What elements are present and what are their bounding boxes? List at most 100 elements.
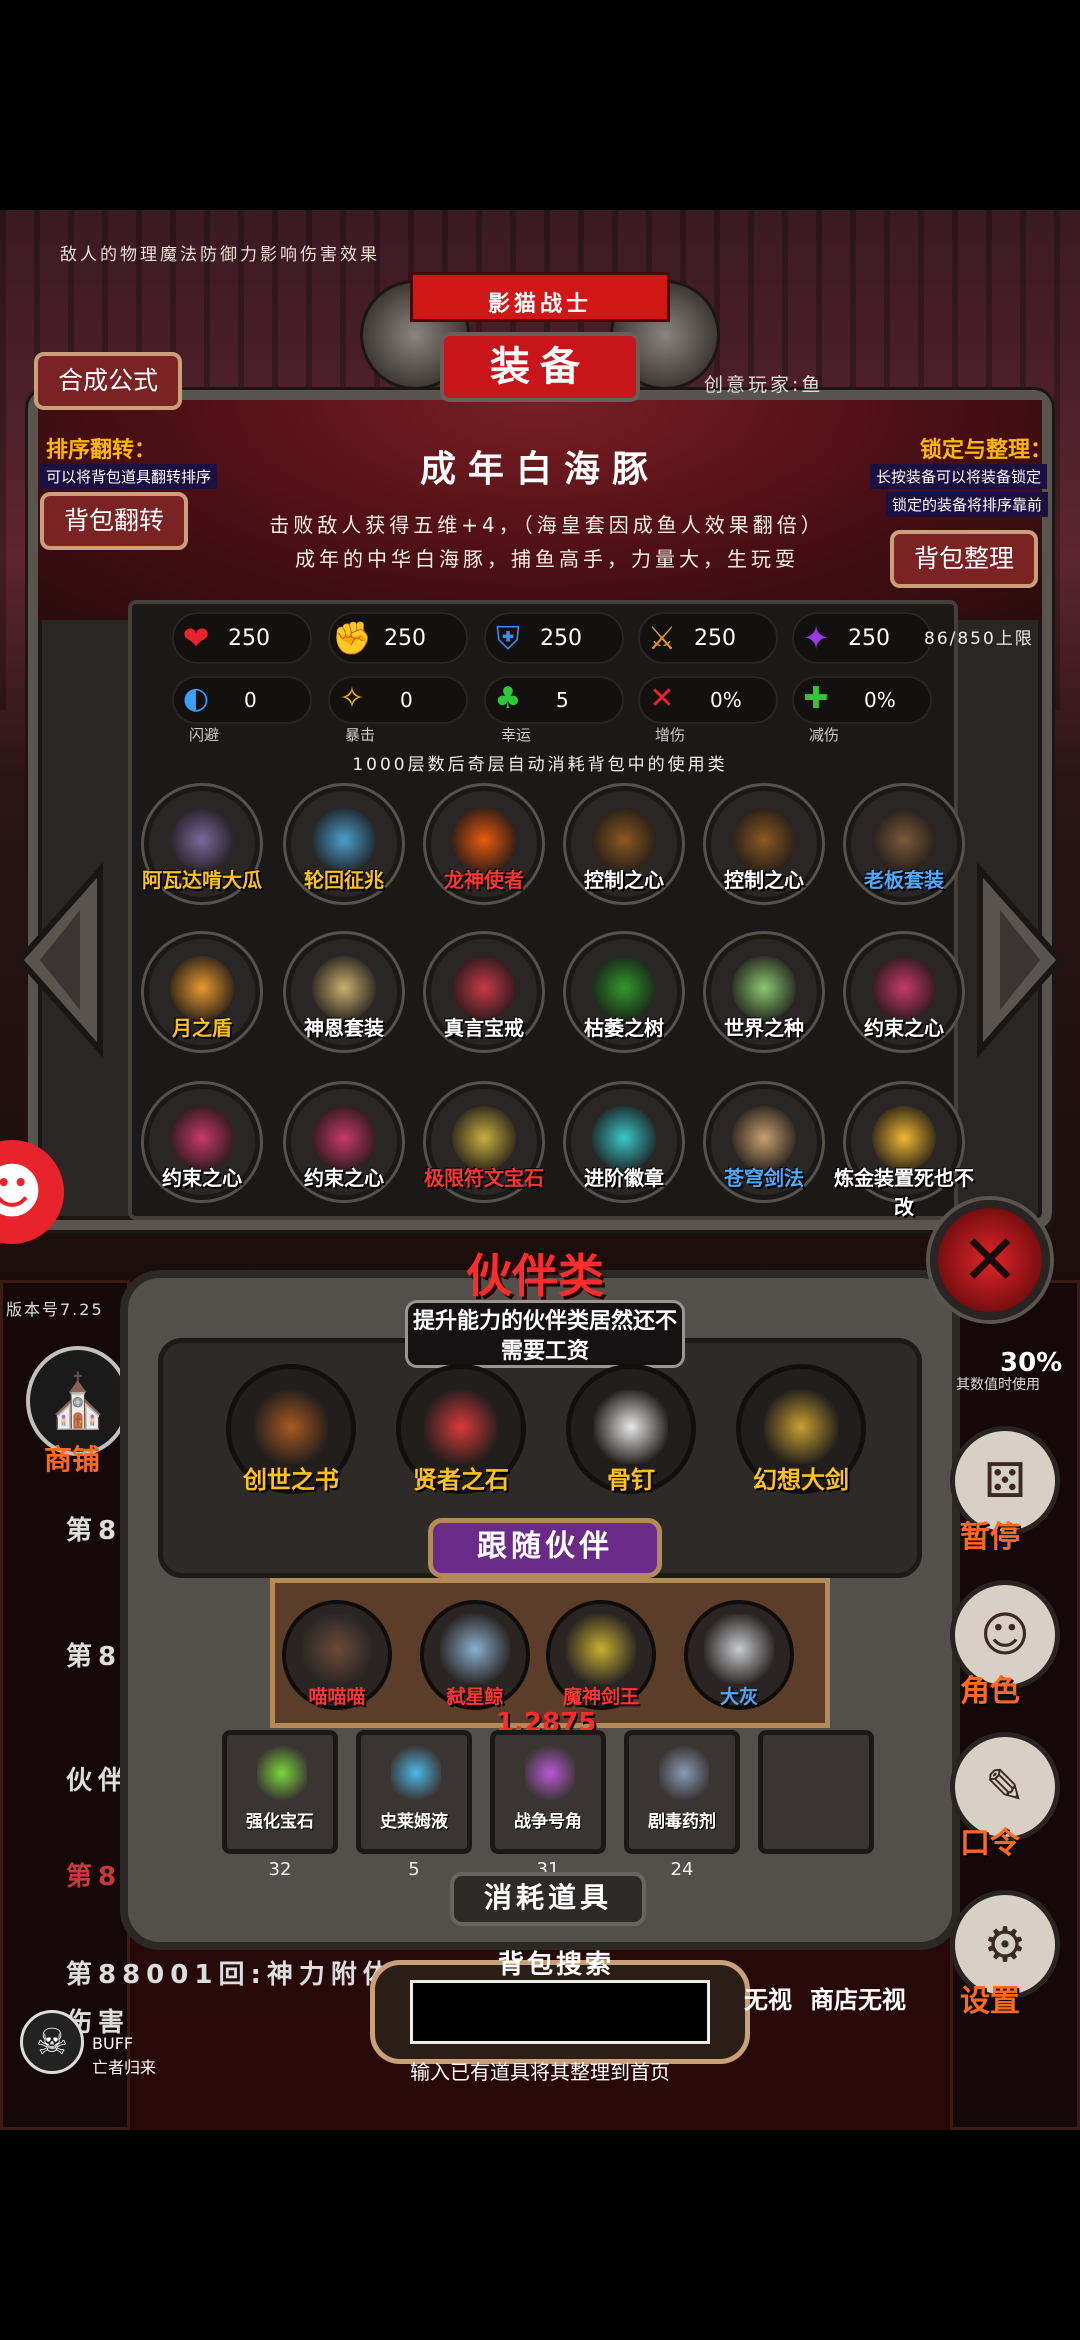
consumable-slot[interactable]: 史莱姆液 5 xyxy=(356,1730,472,1880)
equipment-name: 真言宝戒 xyxy=(444,1016,524,1040)
follow-partner-name: 魔神剑王 xyxy=(562,1686,639,1708)
log-line: 第8 xyxy=(66,1862,123,1892)
equipment-icon xyxy=(452,956,516,1020)
equipment-slot[interactable]: 苍穹剑法 xyxy=(702,1084,826,1208)
stat-pill: ❤ 250 xyxy=(172,612,312,664)
equipment-slot[interactable]: 控制之心 xyxy=(562,786,686,910)
equipment-icon xyxy=(732,808,796,872)
partner-item-name: 幻想大剑 xyxy=(753,1466,849,1494)
version-label: 版本号7.25 xyxy=(6,1300,104,1319)
equipment-slot[interactable]: 世界之种 xyxy=(702,934,826,1058)
equipment-slot[interactable]: 龙神使者 xyxy=(422,786,546,910)
equipment-slot[interactable]: 轮回征兆 xyxy=(282,786,406,910)
prev-page-arrow-icon[interactable] xyxy=(10,860,110,1060)
equipment-slot[interactable]: 月之盾 xyxy=(140,934,264,1058)
shop-label[interactable]: 商铺 xyxy=(44,1438,100,1478)
equipment-icon xyxy=(592,956,656,1020)
muscle-icon: ✊ xyxy=(332,619,372,657)
next-page-arrow-icon[interactable] xyxy=(970,860,1070,1060)
ignore-label: 无视 xyxy=(744,1986,792,2014)
equipment-name: 阿瓦达啃大瓜 xyxy=(142,868,262,892)
equipment-slot[interactable]: 约束之心 xyxy=(140,1084,264,1208)
consumable-name: 剧毒药剂 xyxy=(648,1812,716,1832)
magic-icon: ✦ xyxy=(802,619,830,657)
equipment-name: 极限符文宝石 xyxy=(424,1166,544,1190)
follow-partner-slot[interactable]: 喵喵喵 xyxy=(282,1600,392,1710)
creator-credit: 创意玩家:鱼 xyxy=(704,374,824,396)
consumable-count: 24 xyxy=(670,1859,694,1880)
partner-slot[interactable]: 骨钉 xyxy=(566,1364,696,1494)
substat-value: 0 xyxy=(400,688,413,712)
formula-button[interactable]: 合成公式 xyxy=(34,352,183,410)
partner-slot[interactable]: 幻想大剑 xyxy=(736,1364,866,1494)
pause-label[interactable]: 暂停 xyxy=(960,1512,1020,1556)
equipment-slot[interactable]: 炼金装置死也不改 xyxy=(834,1084,974,1219)
substat-value: 5 xyxy=(556,688,569,712)
role-label[interactable]: 角色 xyxy=(960,1666,1020,1710)
equipment-icon xyxy=(872,1106,936,1170)
settings-label[interactable]: 设置 xyxy=(960,1976,1020,2020)
item-description: 击败敌人获得五维+4，（海皇套因成鱼人效果翻倍）成年的中华白海豚，捕鱼高手，力量… xyxy=(269,513,825,571)
equipment-icon xyxy=(170,956,234,1020)
equipment-name: 枯萎之树 xyxy=(584,1016,664,1040)
consumable-slot[interactable]: 剧毒药剂 24 xyxy=(624,1730,740,1880)
bag-sort-button[interactable]: 背包整理 xyxy=(890,530,1039,588)
follow-partner-slot[interactable]: 大灰 xyxy=(684,1600,794,1710)
consumable-slot[interactable]: 强化宝石 32 xyxy=(222,1730,338,1880)
equipment-name: 轮回征兆 xyxy=(304,868,384,892)
partner-slot[interactable]: 创世之书 xyxy=(226,1364,356,1494)
equipment-slot[interactable]: 阿瓦达啃大瓜 xyxy=(140,786,264,910)
equipment-slot[interactable]: 约束之心 xyxy=(282,1084,406,1208)
equipment-icon xyxy=(452,1106,516,1170)
equipment-name: 苍穹剑法 xyxy=(724,1166,804,1190)
equipment-icon xyxy=(872,956,936,1020)
equipment-name: 约束之心 xyxy=(162,1166,242,1190)
sword-icon: ⚔ xyxy=(647,619,677,657)
banner-title: 装备 xyxy=(440,332,640,402)
percent-desc: 其数值时使用 xyxy=(956,1377,1040,1393)
substat-value: 0% xyxy=(864,688,896,712)
auto-consume-note: 1000层数后奇层自动消耗背包中的使用类 xyxy=(352,755,728,775)
follow-partner-name: 喵喵喵 xyxy=(308,1686,366,1708)
equipment-slot[interactable]: 极限符文宝石 xyxy=(422,1084,546,1208)
buff-sub-label: 亡者归来 xyxy=(92,2058,157,2077)
follow-partner-slot[interactable]: 魔神剑王 xyxy=(546,1600,656,1710)
equipment-icon xyxy=(732,956,796,1020)
dodge-icon: ◐ xyxy=(182,680,210,716)
equipment-slot[interactable]: 真言宝戒 xyxy=(422,934,546,1058)
close-button[interactable]: ✕ xyxy=(930,1200,1050,1320)
consumable-slot[interactable] xyxy=(758,1730,874,1854)
top-hint: 敌人的物理魔法防御力影响伤害效果 xyxy=(60,245,380,265)
equipment-slot[interactable]: 控制之心 xyxy=(702,786,826,910)
substat-value: 0% xyxy=(710,688,742,712)
bag-flip-button[interactable]: 背包翻转 xyxy=(40,492,189,550)
equipment-slot[interactable]: 神恩套装 xyxy=(282,934,406,1058)
equipment-name: 控制之心 xyxy=(584,868,664,892)
password-label[interactable]: 口令 xyxy=(960,1818,1020,1862)
equipment-slot[interactable]: 进阶徽章 xyxy=(562,1084,686,1208)
equipment-name: 龙神使者 xyxy=(444,868,524,892)
armor-icon: ⛨ xyxy=(495,618,520,657)
equipment-name: 月之盾 xyxy=(172,1016,232,1040)
consumable-slot[interactable]: 战争号角 31 xyxy=(490,1730,606,1880)
follow-partner-slot[interactable]: 弑星鲸 xyxy=(420,1600,530,1710)
follow-partner-icon xyxy=(440,1614,510,1684)
equipment-slot[interactable]: 老板套装 xyxy=(842,786,966,910)
game-screen: { "top_hint": "敌人的物理魔法防御力影响伤害效果", "banne… xyxy=(0,0,1080,2340)
stat-pill: ✦ 250 xyxy=(792,612,932,664)
substat-label: 增伤 xyxy=(654,726,685,744)
partner-title: 伙伴类 xyxy=(466,1249,604,1303)
item-name: 成年白海豚 xyxy=(419,449,660,490)
follow-partner-name: 弑星鲸 xyxy=(446,1686,504,1708)
equipment-slot[interactable]: 约束之心 xyxy=(842,934,966,1058)
equipment-icon xyxy=(732,1106,796,1170)
follow-partner-icon xyxy=(566,1614,636,1684)
substat-pill: ✕ 0% 增伤 xyxy=(638,676,778,744)
skull-buff-icon[interactable]: ☠ xyxy=(20,2010,84,2074)
equipment-icon xyxy=(170,1106,234,1170)
equipment-name: 约束之心 xyxy=(304,1166,384,1190)
partner-slot[interactable]: 贤者之石 xyxy=(396,1364,526,1494)
equipment-icon xyxy=(592,808,656,872)
equipment-slot[interactable]: 枯萎之树 xyxy=(562,934,686,1058)
search-input[interactable] xyxy=(410,1980,710,2044)
